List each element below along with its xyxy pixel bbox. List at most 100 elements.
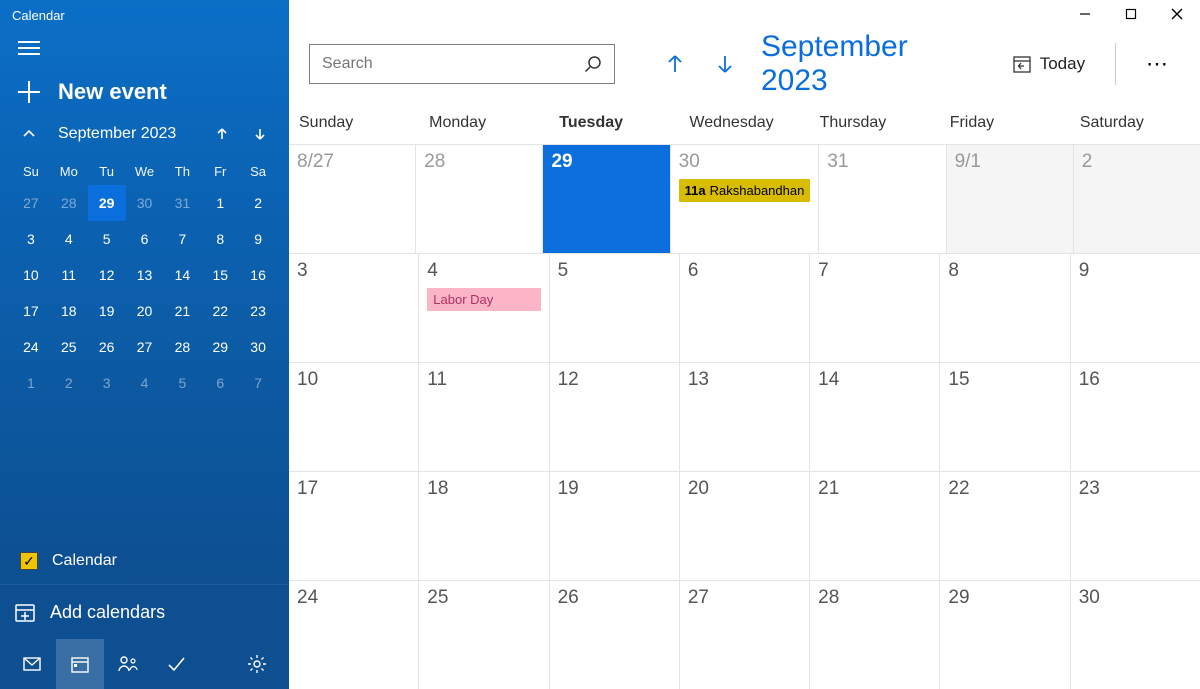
- window-close-button[interactable]: [1154, 0, 1200, 28]
- search-icon[interactable]: [584, 55, 602, 73]
- day-cell[interactable]: 7: [810, 254, 940, 362]
- mini-day-cell[interactable]: 30: [126, 185, 164, 221]
- mini-day-cell[interactable]: 30: [239, 329, 277, 365]
- mini-day-cell[interactable]: 24: [12, 329, 50, 365]
- mini-day-cell[interactable]: 10: [12, 257, 50, 293]
- day-cell[interactable]: 5: [550, 254, 680, 362]
- todo-app-button[interactable]: [152, 639, 200, 689]
- day-cell[interactable]: 4Labor Day: [419, 254, 549, 362]
- add-calendars-button[interactable]: Add calendars: [0, 584, 289, 639]
- mini-day-cell[interactable]: 12: [88, 257, 126, 293]
- mini-day-cell[interactable]: 11: [50, 257, 88, 293]
- mini-day-cell[interactable]: 25: [50, 329, 88, 365]
- day-cell[interactable]: 8/27: [289, 145, 416, 253]
- mini-day-cell[interactable]: 2: [50, 365, 88, 401]
- mini-day-cell[interactable]: 5: [88, 221, 126, 257]
- mail-app-button[interactable]: [8, 639, 56, 689]
- day-cell[interactable]: 20: [680, 472, 810, 580]
- more-options-button[interactable]: ⋯: [1136, 51, 1180, 77]
- window-minimize-button[interactable]: [1062, 0, 1108, 28]
- mini-day-cell[interactable]: 27: [12, 185, 50, 221]
- mini-day-cell[interactable]: 7: [163, 221, 201, 257]
- mini-day-cell[interactable]: 16: [239, 257, 277, 293]
- mini-day-cell[interactable]: 9: [239, 221, 277, 257]
- window-maximize-button[interactable]: [1108, 0, 1154, 28]
- mini-day-cell[interactable]: 27: [126, 329, 164, 365]
- mini-day-cell[interactable]: 23: [239, 293, 277, 329]
- day-cell[interactable]: 25: [419, 581, 549, 689]
- day-cell[interactable]: 26: [550, 581, 680, 689]
- mini-day-cell[interactable]: 29: [88, 185, 126, 221]
- day-cell[interactable]: 9/1: [947, 145, 1074, 253]
- day-cell[interactable]: 2: [1074, 145, 1200, 253]
- mini-collapse-button[interactable]: [14, 119, 44, 149]
- day-cell[interactable]: 29: [543, 145, 670, 253]
- prev-period-button[interactable]: [657, 45, 693, 83]
- day-cell[interactable]: 8: [940, 254, 1070, 362]
- day-cell[interactable]: 14: [810, 363, 940, 471]
- mini-day-cell[interactable]: 6: [126, 221, 164, 257]
- today-button[interactable]: Today: [1002, 48, 1095, 80]
- day-cell[interactable]: 28: [810, 581, 940, 689]
- day-cell[interactable]: 13: [680, 363, 810, 471]
- day-cell[interactable]: 19: [550, 472, 680, 580]
- mini-prev-month-button[interactable]: [207, 119, 237, 149]
- mini-day-cell[interactable]: 13: [126, 257, 164, 293]
- mini-day-cell[interactable]: 8: [201, 221, 239, 257]
- mini-day-cell[interactable]: 3: [12, 221, 50, 257]
- mini-day-cell[interactable]: 6: [201, 365, 239, 401]
- mini-day-cell[interactable]: 18: [50, 293, 88, 329]
- mini-day-cell[interactable]: 26: [88, 329, 126, 365]
- day-cell[interactable]: 12: [550, 363, 680, 471]
- mini-day-cell[interactable]: 1: [201, 185, 239, 221]
- mini-day-cell[interactable]: 7: [239, 365, 277, 401]
- day-cell[interactable]: 3011aRakshabandhan: [671, 145, 820, 253]
- mini-day-cell[interactable]: 5: [163, 365, 201, 401]
- mini-day-cell[interactable]: 15: [201, 257, 239, 293]
- day-cell[interactable]: 9: [1071, 254, 1200, 362]
- people-app-button[interactable]: [104, 639, 152, 689]
- day-cell[interactable]: 22: [940, 472, 1070, 580]
- day-cell[interactable]: 10: [289, 363, 419, 471]
- calendar-app-button[interactable]: [56, 639, 104, 689]
- day-cell[interactable]: 6: [680, 254, 810, 362]
- next-period-button[interactable]: [707, 45, 743, 83]
- mini-day-cell[interactable]: 4: [50, 221, 88, 257]
- day-cell[interactable]: 21: [810, 472, 940, 580]
- day-cell[interactable]: 3: [289, 254, 419, 362]
- day-cell[interactable]: 17: [289, 472, 419, 580]
- day-cell[interactable]: 30: [1071, 581, 1200, 689]
- calendar-checkbox[interactable]: ✓: [20, 552, 38, 570]
- day-cell[interactable]: 23: [1071, 472, 1200, 580]
- mini-day-cell[interactable]: 22: [201, 293, 239, 329]
- mini-day-cell[interactable]: 19: [88, 293, 126, 329]
- mini-day-cell[interactable]: 28: [50, 185, 88, 221]
- mini-day-cell[interactable]: 20: [126, 293, 164, 329]
- mini-day-cell[interactable]: 4: [126, 365, 164, 401]
- day-cell[interactable]: 31: [819, 145, 946, 253]
- mini-day-cell[interactable]: 2: [239, 185, 277, 221]
- settings-button[interactable]: [233, 639, 281, 689]
- mini-day-cell[interactable]: 21: [163, 293, 201, 329]
- day-cell[interactable]: 24: [289, 581, 419, 689]
- day-cell[interactable]: 29: [940, 581, 1070, 689]
- search-input[interactable]: [322, 55, 584, 73]
- day-cell[interactable]: 11: [419, 363, 549, 471]
- calendar-list-item[interactable]: ✓Calendar: [0, 542, 289, 580]
- mini-day-cell[interactable]: 31: [163, 185, 201, 221]
- mini-day-cell[interactable]: 3: [88, 365, 126, 401]
- event-chip[interactable]: Labor Day: [427, 288, 540, 311]
- day-cell[interactable]: 27: [680, 581, 810, 689]
- day-cell[interactable]: 18: [419, 472, 549, 580]
- day-cell[interactable]: 15: [940, 363, 1070, 471]
- event-chip[interactable]: 11aRakshabandhan: [679, 179, 811, 202]
- mini-day-cell[interactable]: 29: [201, 329, 239, 365]
- day-cell[interactable]: 28: [416, 145, 543, 253]
- day-cell[interactable]: 16: [1071, 363, 1200, 471]
- mini-day-cell[interactable]: 28: [163, 329, 201, 365]
- mini-next-month-button[interactable]: [245, 119, 275, 149]
- current-month-label[interactable]: September 2023: [757, 30, 974, 98]
- mini-day-cell[interactable]: 14: [163, 257, 201, 293]
- mini-day-cell[interactable]: 17: [12, 293, 50, 329]
- search-box[interactable]: [309, 44, 615, 84]
